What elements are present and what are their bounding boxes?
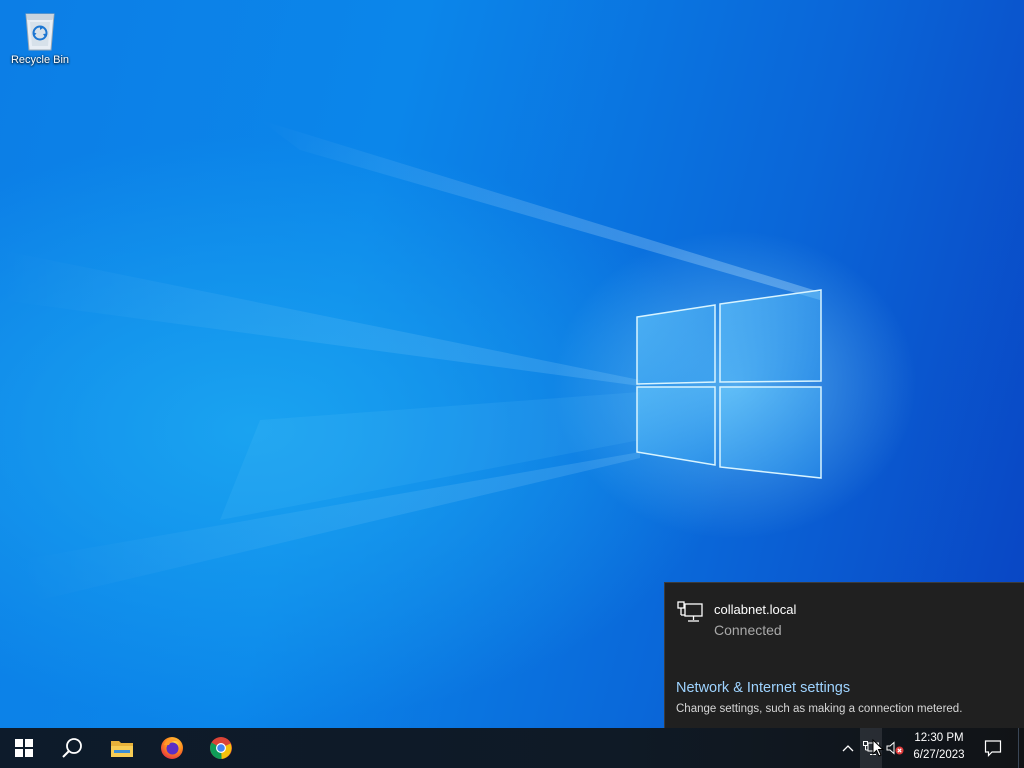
windows-logo <box>636 289 822 479</box>
network-name: collabnet.local <box>714 602 797 617</box>
firefox-icon <box>161 737 183 759</box>
clock-time: 12:30 PM <box>914 732 964 744</box>
chrome-button[interactable] <box>197 728 245 768</box>
taskbar: 12:30 PM 6/27/2023 <box>0 728 1024 768</box>
recycle-bin-label: Recycle Bin <box>10 54 70 66</box>
show-desktop-button[interactable] <box>1018 728 1024 768</box>
windows-start-icon <box>15 739 33 757</box>
mouse-cursor-icon <box>872 739 884 757</box>
clock-date: 6/27/2023 <box>913 749 965 761</box>
desktop[interactable]: Recycle Bin collabnet.local Connected Ne… <box>0 0 1024 728</box>
network-internet-settings-link[interactable]: Network & Internet settings <box>676 680 850 696</box>
file-explorer-icon <box>111 741 133 757</box>
action-center-button[interactable] <box>978 728 1008 768</box>
recycle-bin-desktop-icon[interactable]: Recycle Bin <box>6 6 74 76</box>
ethernet-network-icon <box>677 601 703 622</box>
show-hidden-icons-button[interactable] <box>838 728 858 768</box>
search-button[interactable] <box>48 728 96 768</box>
taskbar-clock[interactable]: 12:30 PM 6/27/2023 <box>908 728 970 768</box>
search-icon <box>62 738 82 758</box>
file-explorer-button[interactable] <box>98 728 146 768</box>
recycle-bin-icon <box>25 13 55 51</box>
firefox-button[interactable] <box>148 728 196 768</box>
action-center-icon <box>984 740 1002 757</box>
chevron-up-icon <box>842 745 854 752</box>
network-status: Connected <box>714 622 782 638</box>
network-flyout: collabnet.local Connected Network & Inte… <box>664 582 1024 728</box>
speaker-muted-icon <box>886 741 904 755</box>
chrome-icon <box>210 737 232 760</box>
tray-volume-button[interactable] <box>884 728 906 768</box>
network-settings-description: Change settings, such as making a connec… <box>676 703 963 715</box>
network-entry[interactable]: collabnet.local Connected <box>665 583 1024 649</box>
start-button[interactable] <box>0 728 48 768</box>
